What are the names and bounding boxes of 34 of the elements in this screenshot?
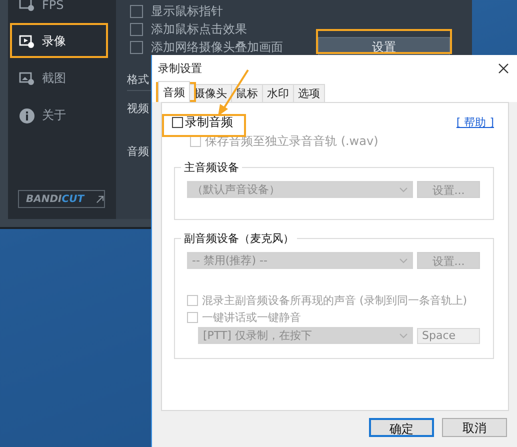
tab[interactable]: 鼠标	[231, 84, 263, 102]
close-icon[interactable]	[498, 62, 509, 74]
section-label: 音频	[127, 144, 150, 159]
tab[interactable]: 音频	[158, 81, 190, 102]
video-gear-icon	[19, 34, 35, 48]
checkbox[interactable]	[130, 22, 143, 36]
sidebar-item[interactable]: 录像	[8, 23, 116, 60]
checkbox-label: 添加网络摄像头叠加画面	[151, 38, 283, 56]
section-label: 视频	[127, 101, 150, 116]
cancel-button[interactable]: 取消	[442, 418, 507, 437]
chevron-down-icon	[399, 332, 408, 338]
checkbox-label: 添加鼠标点击效果	[151, 20, 247, 38]
dialog-title: 录制设置	[158, 60, 202, 76]
help-link[interactable]: [ 帮助 ]	[456, 115, 494, 130]
monitor-gear-icon	[19, 0, 35, 12]
chevron-down-icon	[399, 186, 408, 192]
tab[interactable]: 水印	[262, 84, 294, 102]
sidebar-item[interactable]: 关于	[8, 97, 116, 134]
checkbox[interactable]	[172, 117, 183, 128]
chevron-down-icon	[399, 258, 408, 264]
sidebar-item[interactable]: 截图	[8, 60, 116, 97]
ok-button[interactable]: 确定	[369, 418, 434, 437]
group-title: 副音频设备（麦克风）	[183, 231, 295, 246]
group-title: 主音频设备	[183, 160, 240, 175]
checkbox-label: 混录主副音频设备所再现的声音 (录制到同一条音轨上)	[202, 293, 468, 308]
checkbox-label: 一键讲话或一键静音	[202, 310, 301, 325]
tab[interactable]: 选项	[293, 84, 325, 102]
checkbox[interactable]	[130, 40, 143, 54]
info-icon	[19, 108, 35, 124]
checkbox-label: 显示鼠标指针	[151, 2, 223, 20]
checkbox[interactable]	[130, 4, 143, 18]
picture-gear-icon	[19, 72, 35, 86]
checkbox-label: 录制音频	[185, 114, 233, 131]
bandicut-logo[interactable]: BANDICUT	[18, 190, 105, 208]
